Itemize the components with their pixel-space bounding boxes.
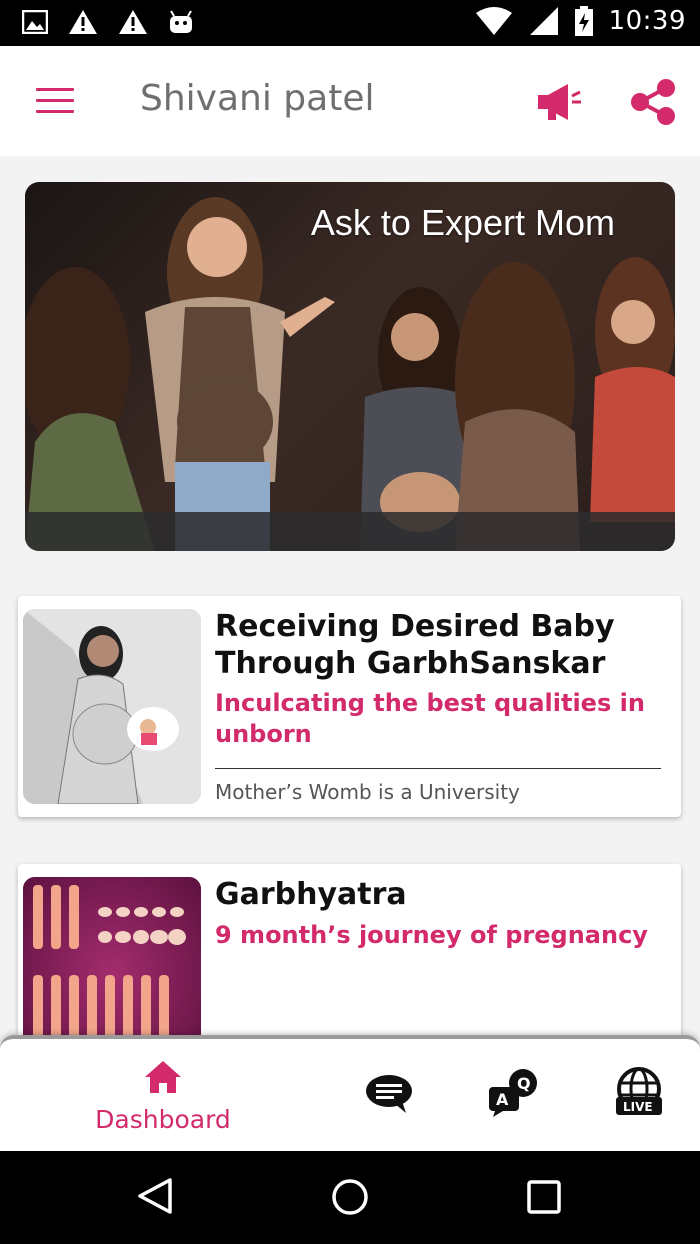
share-icon[interactable] xyxy=(628,78,678,126)
menu-icon[interactable] xyxy=(36,88,74,116)
wifi-icon xyxy=(475,7,512,35)
card-title: Receiving Desired Baby Through GarbhSans… xyxy=(215,609,615,681)
card-thumbnail xyxy=(23,609,201,804)
app-bar: Shivani patel xyxy=(0,46,700,156)
chat-icon xyxy=(366,1075,412,1113)
card-title: Garbhyatra xyxy=(215,877,407,912)
image-icon xyxy=(22,10,48,34)
android-icon xyxy=(170,10,192,33)
system-navigation xyxy=(0,1151,700,1244)
card-divider xyxy=(215,768,661,769)
warning-icon xyxy=(69,10,97,34)
svg-text:LIVE: LIVE xyxy=(623,1100,653,1114)
battery-charging-icon xyxy=(574,6,593,36)
banner-title: Ask to Expert Mom xyxy=(310,202,615,243)
recents-icon[interactable] xyxy=(526,1179,562,1215)
bottom-navigation: Dashboard Q A LIVE xyxy=(0,1035,700,1155)
home-circle-icon[interactable] xyxy=(329,1176,371,1218)
card-garbhyatra[interactable]: Garbhyatra 9 month’s journey of pregnanc… xyxy=(18,864,681,1072)
nav-dashboard-label: Dashboard xyxy=(95,1105,231,1134)
svg-text:A: A xyxy=(496,1090,509,1109)
nav-ask-question[interactable]: Q A xyxy=(475,1039,555,1155)
card-subtitle: Inculcating the best qualities in unborn xyxy=(215,689,645,748)
home-icon xyxy=(145,1061,181,1093)
back-icon[interactable] xyxy=(136,1176,176,1216)
pregnant-woman-illustration xyxy=(23,609,201,804)
card-garbhsanskar[interactable]: Receiving Desired Baby Through GarbhSans… xyxy=(18,596,681,817)
status-icons-left xyxy=(22,9,194,35)
page-title: Shivani patel xyxy=(140,78,375,119)
ask-expert-banner[interactable]: Ask to Expert Mom xyxy=(25,182,675,551)
nav-chat[interactable] xyxy=(350,1039,430,1155)
status-time: 10:39 xyxy=(608,6,686,36)
question-answer-icon: Q A xyxy=(489,1069,537,1117)
megaphone-icon[interactable] xyxy=(536,82,582,122)
status-icons-right: 10:39 xyxy=(475,6,686,36)
nav-live[interactable]: LIVE xyxy=(600,1039,680,1155)
live-globe-icon: LIVE xyxy=(616,1067,662,1115)
warning-icon xyxy=(119,10,147,34)
nav-dashboard[interactable]: Dashboard xyxy=(70,1039,256,1155)
card-subtitle: 9 month’s journey of pregnancy xyxy=(215,921,648,949)
svg-text:Q: Q xyxy=(517,1074,531,1093)
card-caption: Mother’s Womb is a University xyxy=(215,780,520,804)
signal-icon xyxy=(529,7,558,35)
status-bar: 10:39 xyxy=(0,0,700,46)
